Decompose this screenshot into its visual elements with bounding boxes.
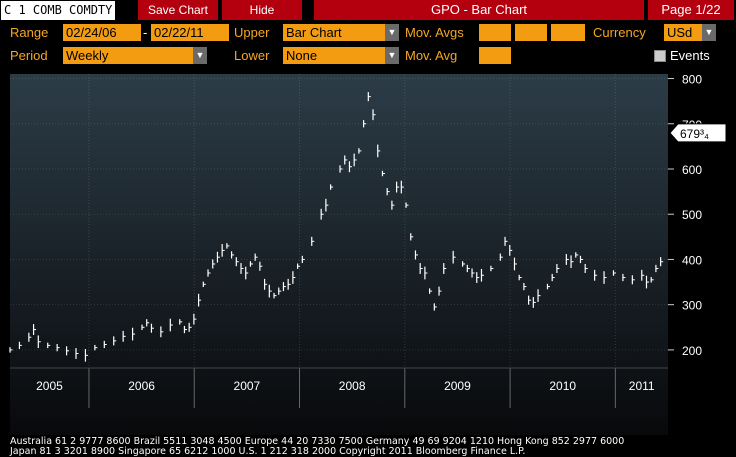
period-label: Period bbox=[10, 48, 48, 63]
x-tick-label: 2010 bbox=[549, 379, 576, 393]
mov-avg-field-3[interactable] bbox=[551, 24, 585, 41]
period-select[interactable]: Weekly bbox=[63, 47, 193, 64]
save-chart-button[interactable]: Save Chart bbox=[138, 0, 218, 20]
currency-select[interactable]: USd bbox=[664, 24, 702, 41]
range-end-field[interactable]: 02/22/11 bbox=[151, 24, 229, 41]
mov-avg-lower-field[interactable] bbox=[479, 47, 511, 64]
lower-dropdown-arrow-icon[interactable]: ▼ bbox=[385, 47, 399, 64]
y-tick-label: 300 bbox=[682, 299, 702, 313]
x-tick-label: 2008 bbox=[339, 379, 366, 393]
period-dropdown-arrow-icon[interactable]: ▼ bbox=[193, 47, 207, 64]
x-tick-label: 2005 bbox=[36, 379, 63, 393]
y-tick-label: 800 bbox=[682, 73, 702, 87]
mov-avg-label: Mov. Avg bbox=[405, 48, 458, 63]
hide-button[interactable]: Hide bbox=[222, 0, 302, 20]
y-tick-label: 200 bbox=[682, 344, 702, 358]
y-tick-label: 600 bbox=[682, 163, 702, 177]
x-tick-label: 2011 bbox=[629, 379, 655, 393]
range-start-field[interactable]: 02/24/06 bbox=[63, 24, 141, 41]
mov-avg-field-1[interactable] bbox=[479, 24, 511, 41]
x-tick-label: 2009 bbox=[444, 379, 471, 393]
lower-label: Lower bbox=[234, 48, 270, 63]
upper-label: Upper bbox=[234, 25, 270, 40]
range-dash: - bbox=[143, 25, 148, 40]
events-label: Events bbox=[670, 48, 710, 63]
last-price-label: 679³₄ bbox=[680, 127, 709, 141]
x-tick-label: 2007 bbox=[234, 379, 261, 393]
currency-label: Currency bbox=[593, 25, 646, 40]
mov-avg-field-2[interactable] bbox=[515, 24, 547, 41]
upper-select[interactable]: Bar Chart bbox=[283, 24, 385, 41]
x-tick-label: 2006 bbox=[128, 379, 155, 393]
price-chart: 200300400500600700800 200520062007200820… bbox=[9, 73, 727, 435]
events-checkbox[interactable] bbox=[654, 50, 666, 62]
page-indicator: Page 1/22 bbox=[648, 0, 734, 20]
y-tick-label: 400 bbox=[682, 253, 702, 267]
top-bar: C 1 COMB COMDTY Save Chart Hide GPO - Ba… bbox=[0, 0, 736, 22]
range-label: Range bbox=[10, 25, 49, 40]
currency-dropdown-arrow-icon[interactable]: ▼ bbox=[702, 24, 716, 41]
upper-dropdown-arrow-icon[interactable]: ▼ bbox=[385, 24, 399, 41]
y-tick-label: 500 bbox=[682, 208, 702, 222]
chart-title: GPO - Bar Chart bbox=[314, 0, 644, 20]
lower-select[interactable]: None bbox=[283, 47, 385, 64]
footer-line-2: Japan 81 3 3201 8900 Singapore 65 6212 1… bbox=[10, 446, 526, 457]
ticker-field[interactable]: C 1 COMB COMDTY bbox=[1, 1, 116, 20]
mov-avgs-label: Mov. Avgs bbox=[405, 25, 464, 40]
